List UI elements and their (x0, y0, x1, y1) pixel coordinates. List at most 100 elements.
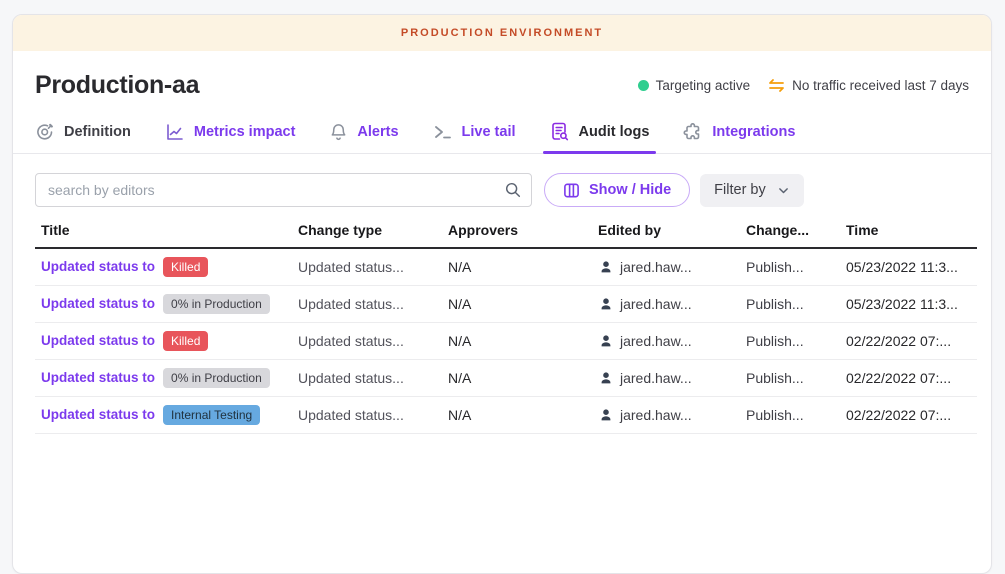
title-link[interactable]: Updated status to (41, 370, 155, 385)
table-row[interactable]: Updated status to Killed Updated status.… (35, 249, 977, 286)
chevron-down-icon (777, 184, 790, 197)
edited-by-cell: jared.haw... (598, 333, 746, 349)
table-row[interactable]: Updated status to Internal Testing Updat… (35, 397, 977, 434)
tab-integrations-label: Integrations (712, 124, 795, 140)
table-row[interactable]: Updated status to Killed Updated status.… (35, 323, 977, 360)
page-title: Production-aa (35, 71, 199, 100)
change-type-cell: Updated status... (298, 259, 448, 275)
filter-by-button[interactable]: Filter by (700, 174, 804, 207)
metrics-chart-icon (165, 122, 185, 142)
approvers-cell: N/A (448, 407, 598, 423)
title-link[interactable]: Updated status to (41, 333, 155, 348)
approvers-cell: N/A (448, 259, 598, 275)
traffic-status: No traffic received last 7 days (768, 78, 969, 93)
edited-by-cell: jared.haw... (598, 370, 746, 386)
col-edited-by: Edited by (598, 222, 746, 238)
banner-label: PRODUCTION ENVIRONMENT (401, 27, 603, 39)
edited-by-cell: jared.haw... (598, 407, 746, 423)
edited-by-cell: jared.haw... (598, 296, 746, 312)
time-cell: 02/22/2022 07:... (846, 370, 977, 386)
definition-target-pen-icon (35, 122, 55, 142)
tab-definition-label: Definition (64, 124, 131, 140)
columns-icon (563, 182, 580, 199)
change-cell: Publish... (746, 333, 846, 349)
person-icon (598, 296, 614, 312)
title-cell: Updated status to Internal Testing (35, 405, 298, 425)
col-approvers: Approvers (448, 222, 598, 238)
title-link[interactable]: Updated status to (41, 259, 155, 274)
tab-live-tail-label: Live tail (462, 124, 516, 140)
table-row[interactable]: Updated status to 0% in Production Updat… (35, 360, 977, 397)
person-icon (598, 370, 614, 386)
person-icon (598, 333, 614, 349)
green-dot-icon (638, 80, 649, 91)
edited-by-name: jared.haw... (620, 370, 692, 386)
tab-live-tail[interactable]: Live tail (433, 110, 516, 153)
col-change: Change... (746, 222, 846, 238)
tab-alerts-label: Alerts (357, 124, 398, 140)
traffic-status-label: No traffic received last 7 days (792, 78, 969, 93)
filter-by-label: Filter by (714, 182, 766, 198)
edited-by-name: jared.haw... (620, 407, 692, 423)
tab-definition[interactable]: Definition (35, 110, 131, 153)
title-link[interactable]: Updated status to (41, 296, 155, 311)
status-group: Targeting active No traffic received las… (638, 78, 969, 93)
change-type-cell: Updated status... (298, 407, 448, 423)
change-cell: Publish... (746, 259, 846, 275)
tab-audit-logs[interactable]: Audit logs (550, 110, 650, 153)
person-icon (598, 407, 614, 423)
traffic-arrows-icon (768, 78, 785, 93)
status-badge: 0% in Production (163, 368, 270, 388)
tab-alerts[interactable]: Alerts (329, 110, 398, 153)
person-icon (598, 259, 614, 275)
tab-audit-logs-label: Audit logs (579, 124, 650, 140)
change-type-cell: Updated status... (298, 370, 448, 386)
audit-log-table: Title Change type Approvers Edited by Ch… (35, 222, 977, 434)
change-type-cell: Updated status... (298, 296, 448, 312)
tab-integrations[interactable]: Integrations (683, 110, 795, 153)
edited-by-name: jared.haw... (620, 296, 692, 312)
status-badge: 0% in Production (163, 294, 270, 314)
col-change-type: Change type (298, 222, 448, 238)
targeting-status: Targeting active (638, 78, 751, 93)
title-cell: Updated status to 0% in Production (35, 294, 298, 314)
audit-log-toolbar: Show / Hide Filter by (13, 154, 991, 222)
title-cell: Updated status to 0% in Production (35, 368, 298, 388)
edited-by-name: jared.haw... (620, 259, 692, 275)
status-badge: Killed (163, 331, 208, 351)
production-environment-banner: PRODUCTION ENVIRONMENT (13, 15, 991, 51)
time-cell: 05/23/2022 11:3... (846, 296, 977, 312)
approvers-cell: N/A (448, 370, 598, 386)
approvers-cell: N/A (448, 333, 598, 349)
bell-icon (329, 122, 348, 142)
status-badge: Internal Testing (163, 405, 260, 425)
change-cell: Publish... (746, 370, 846, 386)
change-cell: Publish... (746, 296, 846, 312)
table-row[interactable]: Updated status to 0% in Production Updat… (35, 286, 977, 323)
title-cell: Updated status to Killed (35, 257, 298, 277)
show-hide-columns-button[interactable]: Show / Hide (544, 173, 690, 207)
edited-by-name: jared.haw... (620, 333, 692, 349)
terminal-icon (433, 123, 453, 141)
tab-bar: Definition Metrics impact Alerts (13, 110, 991, 154)
show-hide-label: Show / Hide (589, 182, 671, 198)
col-title: Title (35, 222, 298, 238)
audit-log-document-search-icon (550, 121, 570, 142)
table-header-row: Title Change type Approvers Edited by Ch… (35, 222, 977, 249)
title-cell: Updated status to Killed (35, 331, 298, 351)
approvers-cell: N/A (448, 296, 598, 312)
title-link[interactable]: Updated status to (41, 407, 155, 422)
time-cell: 05/23/2022 11:3... (846, 259, 977, 275)
change-type-cell: Updated status... (298, 333, 448, 349)
tab-metrics-impact-label: Metrics impact (194, 124, 296, 140)
puzzle-icon (683, 122, 703, 142)
col-time: Time (846, 222, 977, 238)
time-cell: 02/22/2022 07:... (846, 407, 977, 423)
change-cell: Publish... (746, 407, 846, 423)
table-body: Updated status to Killed Updated status.… (35, 249, 977, 434)
search-input[interactable] (35, 173, 532, 207)
tab-metrics-impact[interactable]: Metrics impact (165, 110, 296, 153)
search-wrap (35, 173, 532, 207)
edited-by-cell: jared.haw... (598, 259, 746, 275)
flag-detail-card: PRODUCTION ENVIRONMENT Production-aa Tar… (12, 14, 992, 574)
